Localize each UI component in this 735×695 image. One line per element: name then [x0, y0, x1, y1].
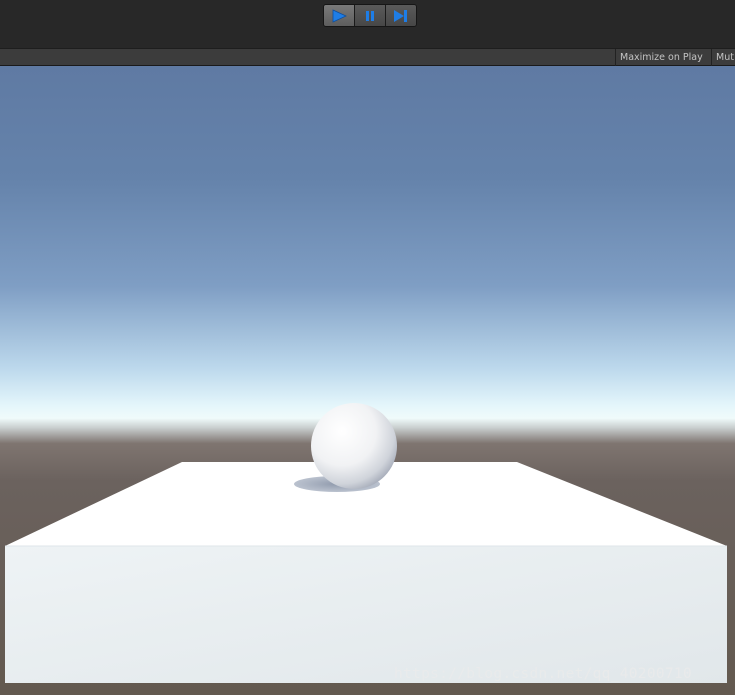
- play-icon: [331, 8, 347, 23]
- pause-icon: [363, 9, 377, 23]
- maximize-on-play-toggle[interactable]: Maximize on Play: [615, 49, 707, 66]
- play-controls: [323, 4, 417, 27]
- scene-render: [5, 403, 727, 683]
- editor-toolbar: [0, 0, 735, 48]
- play-button[interactable]: [324, 5, 355, 26]
- game-view-header: Maximize on Play Mut: [0, 48, 735, 66]
- platform-front-face: [5, 546, 727, 683]
- pause-button[interactable]: [355, 5, 386, 26]
- unity-editor: Maximize on Play Mut https://blog.csdn.n…: [0, 0, 735, 695]
- mute-audio-toggle[interactable]: Mut: [711, 49, 735, 66]
- watermark-url: https://blog.csdn.net/qq_40200710: [394, 666, 692, 682]
- step-button[interactable]: [386, 5, 416, 26]
- sphere: [311, 403, 397, 489]
- game-viewport[interactable]: [0, 66, 735, 695]
- step-forward-icon: [393, 9, 409, 23]
